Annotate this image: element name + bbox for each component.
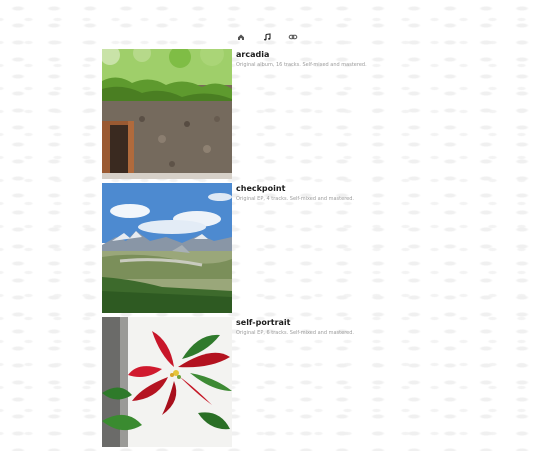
release-item-checkpoint: checkpoint Original EP, 4 tracks. Self-m… xyxy=(102,183,442,313)
link-icon xyxy=(288,34,298,40)
release-description: Original album, 16 tracks. Self-mixed an… xyxy=(236,62,367,68)
release-description: Original EP, 4 tracks. Self-mixed and ma… xyxy=(236,196,354,202)
top-nav xyxy=(0,31,540,43)
release-item-arcadia: arcadia Original album, 16 tracks. Self-… xyxy=(102,49,442,179)
release-list: arcadia Original album, 16 tracks. Self-… xyxy=(102,49,442,451)
cover-art-arcadia[interactable] xyxy=(102,49,232,179)
nav-links[interactable] xyxy=(287,31,299,43)
nav-music[interactable] xyxy=(261,31,273,43)
music-note-icon xyxy=(264,33,271,41)
cover-art-self-portrait[interactable] xyxy=(102,317,232,447)
release-item-self-portrait: self-portrait Original EP, 6 tracks. Sel… xyxy=(102,317,442,447)
release-title[interactable]: checkpoint xyxy=(236,184,442,194)
release-info: arcadia Original album, 16 tracks. Self-… xyxy=(236,49,442,69)
release-title[interactable]: arcadia xyxy=(236,50,442,60)
release-info: self-portrait Original EP, 6 tracks. Sel… xyxy=(236,317,442,337)
mountain-valley-photo xyxy=(102,183,232,313)
home-icon xyxy=(238,34,244,40)
release-info: checkpoint Original EP, 4 tracks. Self-m… xyxy=(236,183,442,203)
release-title[interactable]: self-portrait xyxy=(236,318,442,328)
stone-hut-photo xyxy=(102,49,232,179)
poinsettia-photo xyxy=(102,317,232,447)
release-description: Original EP, 6 tracks. Self-mixed and ma… xyxy=(236,330,354,336)
cover-art-checkpoint[interactable] xyxy=(102,183,232,313)
nav-home[interactable] xyxy=(235,31,247,43)
